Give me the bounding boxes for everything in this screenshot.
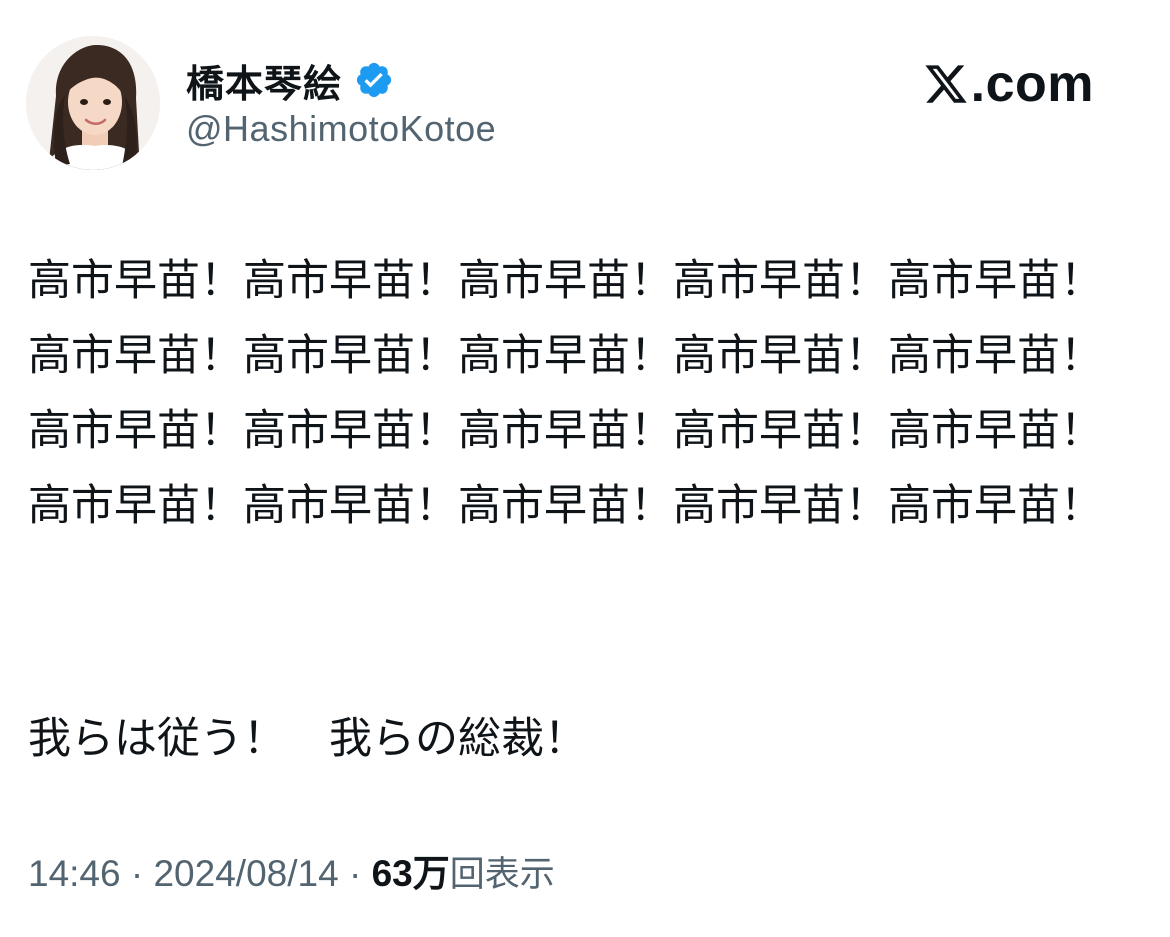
x-logo-icon bbox=[923, 61, 969, 107]
avatar[interactable] bbox=[26, 36, 160, 170]
name-row: 橋本琴絵 bbox=[186, 52, 394, 108]
tweet-meta: 14:46 · 2024/08/14 · 63万回表示 bbox=[28, 846, 555, 903]
tweet-header: 橋本琴絵 @HashimotoKotoe .com bbox=[26, 36, 1146, 176]
meta-separator: · bbox=[338, 853, 372, 894]
views-count: 63万 bbox=[371, 853, 450, 894]
tweet-text-paragraph-1: 高市早苗！高市早苗！高市早苗！高市早苗！高市早苗！高市早苗！高市早苗！高市早苗！… bbox=[28, 256, 1103, 531]
verified-badge-icon bbox=[354, 60, 394, 100]
x-domain-text: .com bbox=[970, 55, 1094, 113]
meta-separator: · bbox=[120, 853, 154, 894]
tweet-time[interactable]: 14:46 bbox=[28, 853, 121, 894]
user-handle[interactable]: @HashimotoKotoe bbox=[186, 108, 496, 150]
tweet-text-paragraph-2: 我らは従う！ 我らの総裁！ bbox=[28, 714, 587, 764]
tweet-date[interactable]: 2024/08/14 bbox=[153, 853, 338, 894]
avatar-image bbox=[26, 36, 160, 170]
views-label: 回表示 bbox=[449, 855, 555, 895]
x-brand: .com bbox=[923, 54, 1094, 114]
display-name[interactable]: 橋本琴絵 bbox=[186, 53, 342, 108]
